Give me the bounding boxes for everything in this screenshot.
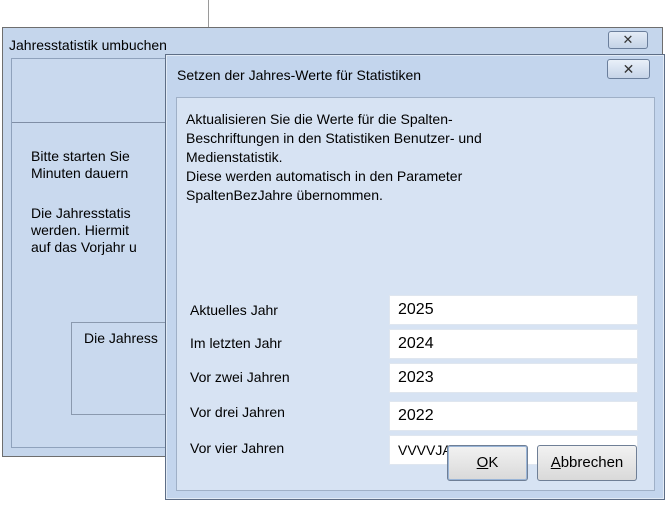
input-three-years-ago[interactable]	[389, 401, 638, 431]
background-close-icon[interactable]: ✕	[608, 31, 648, 49]
dialog-body: Aktualisieren Sie die Werte für die Spal…	[176, 97, 655, 491]
label-two-years-ago: Vor zwei Jahren	[190, 369, 290, 385]
label-four-years-ago: Vor vier Jahren	[190, 440, 285, 456]
input-last-year[interactable]	[389, 329, 638, 359]
ok-label: K	[488, 454, 499, 471]
input-current-year[interactable]	[389, 295, 638, 325]
label-three-years-ago: Vor drei Jahren	[190, 404, 285, 420]
dialog-close-icon[interactable]: ✕	[607, 59, 650, 79]
dialog-info-text: Aktualisieren Sie die Werte für die Spal…	[186, 111, 482, 203]
cancel-button[interactable]: Abbrechen	[537, 445, 637, 481]
ok-mnemonic: O	[476, 454, 489, 471]
input-two-years-ago[interactable]	[389, 363, 638, 393]
label-current-year: Aktuelles Jahr	[190, 302, 278, 318]
dialog-title: Setzen der Jahres-Werte für Statistiken	[177, 67, 422, 83]
label-last-year: Im letzten Jahr	[190, 335, 282, 351]
cancel-label: bbrechen	[560, 454, 624, 471]
window-divider	[208, 0, 209, 28]
background-window-title: Jahresstatistik umbuchen	[9, 37, 167, 53]
ok-button[interactable]: OK	[447, 445, 528, 481]
cancel-mnemonic: A	[550, 454, 561, 471]
background-status-text: Die Jahress	[84, 330, 158, 346]
year-values-dialog: Setzen der Jahres-Werte für Statistiken …	[165, 54, 665, 500]
